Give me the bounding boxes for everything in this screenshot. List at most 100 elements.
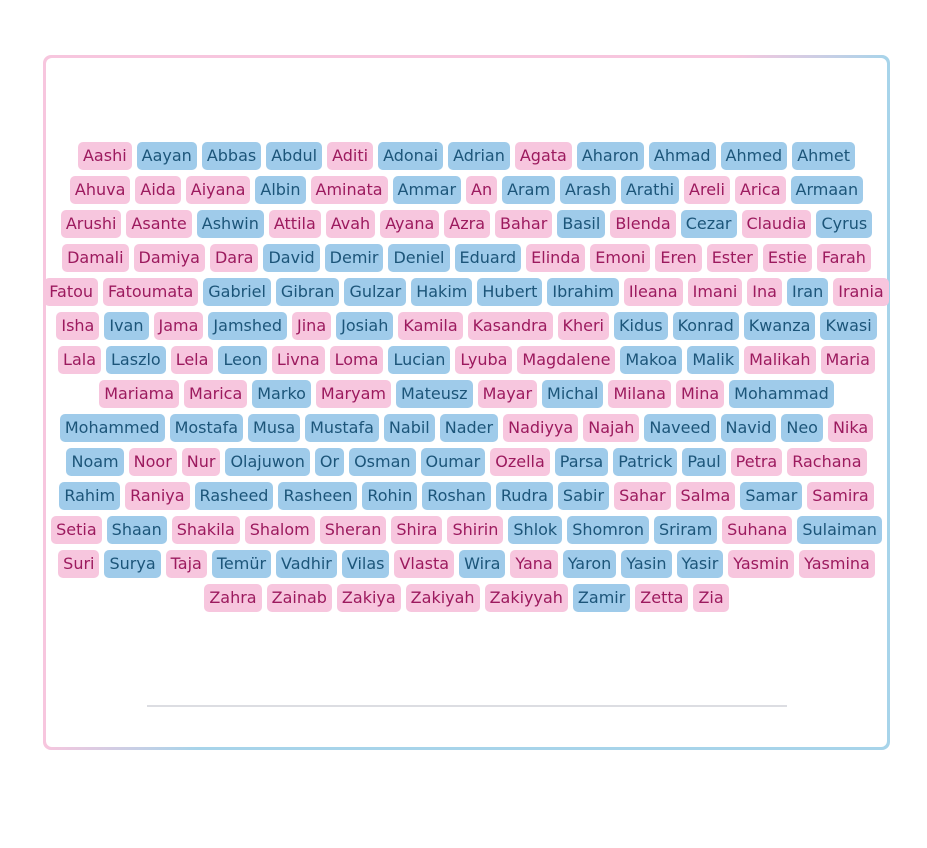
name-tag[interactable]: Blenda (610, 210, 676, 238)
name-tag[interactable]: Rachana (787, 448, 867, 476)
name-tag[interactable]: Mariama (99, 380, 180, 408)
name-tag[interactable]: Kwasi (820, 312, 877, 340)
name-tag[interactable]: Mohammad (729, 380, 834, 408)
name-tag[interactable]: Jama (153, 312, 204, 340)
name-tag[interactable]: Ahmad (648, 142, 716, 170)
name-tag[interactable]: Asante (126, 210, 192, 238)
name-tag[interactable]: Nader (439, 414, 499, 442)
name-tag[interactable]: Zia (693, 584, 729, 612)
name-tag[interactable]: Aayan (136, 142, 197, 170)
name-tag[interactable]: Zakiyyah (484, 584, 568, 612)
name-tag[interactable]: Najah (583, 414, 640, 442)
name-tag[interactable]: Roshan (422, 482, 491, 510)
name-tag[interactable]: Zamir (572, 584, 631, 612)
name-tag[interactable]: Sheran (319, 516, 387, 544)
name-tag[interactable]: Yana (510, 550, 558, 578)
name-tag[interactable]: Iran (786, 278, 829, 306)
name-tag[interactable]: Yaron (562, 550, 617, 578)
name-tag[interactable]: Nika (827, 414, 874, 442)
name-tag[interactable]: Or (314, 448, 345, 476)
name-tag[interactable]: Samar (740, 482, 803, 510)
name-tag[interactable]: Yasmina (799, 550, 875, 578)
name-tag[interactable]: Salma (675, 482, 736, 510)
name-tag[interactable]: Lyuba (455, 346, 513, 374)
name-tag[interactable]: Bahar (495, 210, 553, 238)
name-tag[interactable]: Ozella (490, 448, 550, 476)
name-tag[interactable]: Hubert (477, 278, 543, 306)
name-tag[interactable]: Aashi (77, 142, 132, 170)
name-tag[interactable]: Isha (56, 312, 100, 340)
name-tag[interactable]: Mostafa (169, 414, 244, 442)
name-tag[interactable]: Setia (51, 516, 102, 544)
name-tag[interactable]: Nabil (383, 414, 435, 442)
name-tag[interactable]: Marko (252, 380, 311, 408)
name-tag[interactable]: Sriram (654, 516, 718, 544)
name-tag[interactable]: Imani (687, 278, 743, 306)
name-tag[interactable]: Arash (560, 176, 616, 204)
name-tag[interactable]: Yasmin (728, 550, 795, 578)
name-tag[interactable]: Arathi (620, 176, 680, 204)
name-tag[interactable]: Suhana (722, 516, 793, 544)
name-tag[interactable]: Olajuwon (225, 448, 310, 476)
name-tag[interactable]: Zakiyah (405, 584, 480, 612)
name-tag[interactable]: Oumar (420, 448, 486, 476)
name-tag[interactable]: Armaan (790, 176, 864, 204)
name-tag[interactable]: Ashwin (196, 210, 264, 238)
name-tag[interactable]: Osman (349, 448, 416, 476)
name-tag[interactable]: Attila (268, 210, 321, 238)
name-tag[interactable]: Taja (165, 550, 207, 578)
name-tag[interactable]: Cyrus (816, 210, 873, 238)
name-tag[interactable]: Claudia (741, 210, 812, 238)
name-tag[interactable]: Estie (762, 244, 812, 272)
name-tag[interactable]: Samira (807, 482, 874, 510)
name-tag[interactable]: An (466, 176, 498, 204)
name-tag[interactable]: Shakila (171, 516, 240, 544)
name-tag[interactable]: Lucian (388, 346, 451, 374)
name-tag[interactable]: Fatoumata (103, 278, 199, 306)
name-tag[interactable]: Milana (608, 380, 671, 408)
name-tag[interactable]: Hakim (411, 278, 473, 306)
name-tag[interactable]: Azra (444, 210, 490, 238)
name-tag[interactable]: Rudra (495, 482, 553, 510)
name-tag[interactable]: Deniel (388, 244, 450, 272)
name-tag[interactable]: Abbas (201, 142, 262, 170)
name-tag[interactable]: Vlasta (394, 550, 455, 578)
name-tag[interactable]: Michal (542, 380, 604, 408)
name-tag[interactable]: Josiah (336, 312, 394, 340)
name-tag[interactable]: Irania (833, 278, 889, 306)
name-tag[interactable]: Paul (682, 448, 726, 476)
name-tag[interactable]: Elinda (526, 244, 586, 272)
name-tag[interactable]: Livna (271, 346, 325, 374)
name-tag[interactable]: Mohammed (59, 414, 165, 442)
name-tag[interactable]: Loma (329, 346, 384, 374)
name-tag[interactable]: Rohin (362, 482, 418, 510)
name-tag[interactable]: Vilas (341, 550, 390, 578)
name-tag[interactable]: Naveed (644, 414, 716, 442)
name-tag[interactable]: David (263, 244, 320, 272)
name-tag[interactable]: Fatou (44, 278, 99, 306)
name-tag[interactable]: Raniya (125, 482, 190, 510)
name-tag[interactable]: Aida (135, 176, 181, 204)
name-tag[interactable]: Aiyana (185, 176, 251, 204)
name-tag[interactable]: Avah (325, 210, 376, 238)
name-tag[interactable]: Farah (816, 244, 871, 272)
name-tag[interactable]: Lela (170, 346, 214, 374)
name-tag[interactable]: Maria (820, 346, 875, 374)
name-tag[interactable]: Mina (675, 380, 725, 408)
name-tag[interactable]: Noam (66, 448, 124, 476)
name-tag[interactable]: Musa (248, 414, 301, 442)
name-tag[interactable]: Makoa (620, 346, 683, 374)
name-tag[interactable]: Shomron (567, 516, 650, 544)
name-tag[interactable]: Aram (502, 176, 556, 204)
name-tag[interactable]: Jina (292, 312, 332, 340)
name-tag[interactable]: Kamila (398, 312, 463, 340)
name-tag[interactable]: Rasheed (194, 482, 274, 510)
name-tag[interactable]: Zetta (635, 584, 689, 612)
name-tag[interactable]: Eduard (454, 244, 522, 272)
name-tag[interactable]: Ammar (392, 176, 462, 204)
name-tag[interactable]: Gibran (275, 278, 340, 306)
name-tag[interactable]: Basil (557, 210, 606, 238)
name-tag[interactable]: Malik (687, 346, 740, 374)
name-tag[interactable]: Kheri (557, 312, 609, 340)
name-tag[interactable]: Laszlo (106, 346, 166, 374)
